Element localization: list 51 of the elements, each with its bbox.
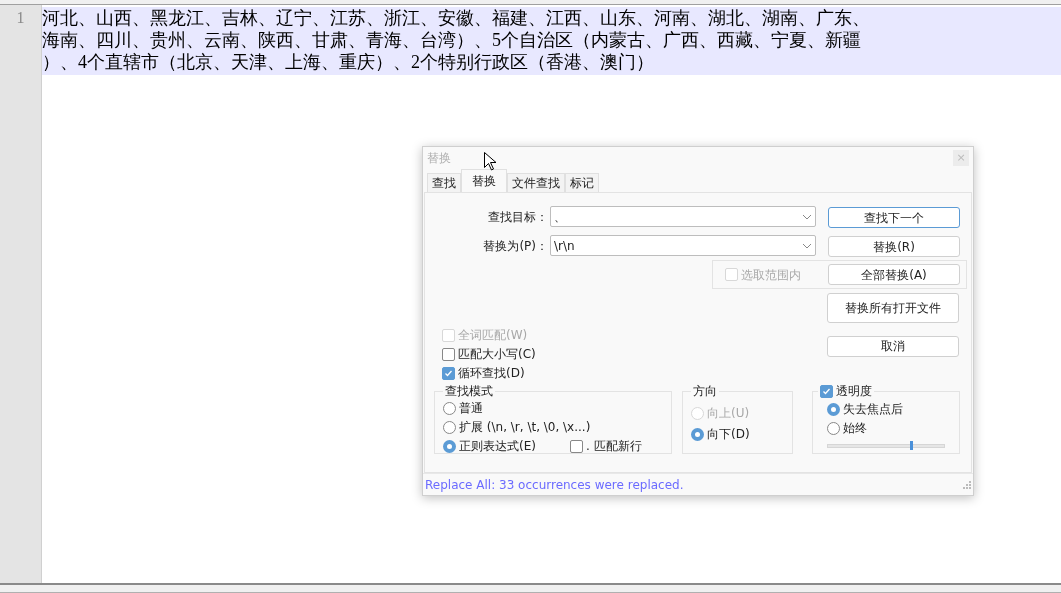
dialog-tab[interactable]: 文件查找 xyxy=(507,173,565,192)
checkbox-label: 循环查找(D) xyxy=(458,365,525,382)
radio-button[interactable] xyxy=(827,402,840,416)
radio-button[interactable] xyxy=(691,427,704,441)
dialog-button[interactable]: 替换所有打开文件 xyxy=(827,293,959,323)
replace-combo-box[interactable]: \r\n xyxy=(550,235,816,256)
radio-label: 扩展 (\n, \r, \t, \0, \x...) xyxy=(459,419,591,436)
slider-thumb[interactable] xyxy=(910,441,914,450)
radio-button[interactable] xyxy=(443,439,456,453)
group-title: 查找模式 xyxy=(444,383,494,400)
chevron-icon xyxy=(802,213,812,220)
checkbox[interactable] xyxy=(820,384,833,398)
resize-grip-icon xyxy=(963,480,971,489)
dialog-button[interactable]: 全部替换(A) xyxy=(828,264,960,285)
editor-text-line: ）、4个直辖市（北京、天津、上海、重庆）、2个特别行政区（香港、澳门） xyxy=(42,51,655,73)
radio-button[interactable] xyxy=(443,420,456,434)
checkbox-label: 选取范围内 xyxy=(741,266,801,284)
radio-label: 失去焦点后 xyxy=(843,401,903,418)
checkbox-label: . 匹配新行 xyxy=(585,438,642,455)
radio-label: 正则表达式(E) xyxy=(459,438,536,455)
radio-label: 向上(U) xyxy=(707,405,750,422)
mouse-pointer-icon xyxy=(484,152,496,171)
checkbox[interactable] xyxy=(569,439,583,453)
radio-label: 始终 xyxy=(843,420,867,437)
find-label: 查找目标： xyxy=(487,208,548,226)
checkmark-icon xyxy=(822,386,831,396)
line-number: 1 xyxy=(16,8,25,28)
checkbox-label: 透明度 xyxy=(836,383,872,400)
radio-button[interactable] xyxy=(827,421,840,435)
dialog-button[interactable]: 替换(R) xyxy=(828,236,960,257)
group-title: 方向 xyxy=(692,383,718,400)
checkmark-icon xyxy=(444,368,453,378)
editor-text-line: 河北、山西、黑龙江、吉林、辽宁、江苏、浙江、安徽、福建、江西、山东、河南、湖北、湖南、广东、 xyxy=(42,7,871,29)
radio-label: 向下(D) xyxy=(707,426,750,443)
find-combo-box[interactable]: 、 xyxy=(550,206,816,227)
checkbox-label: 全词匹配(W) xyxy=(458,327,528,344)
dialog-title: 替换 xyxy=(427,150,451,167)
checkbox[interactable] xyxy=(442,347,455,361)
checkbox-label: 匹配大小写(C) xyxy=(458,346,536,363)
editor-text-line: 海南、四川、贵州、云南、陕西、甘肃、青海、台湾）、5个自治区（内蒙古、广西、西藏、宁夏、新疆 xyxy=(42,29,862,51)
dialog-tab[interactable]: 替换 xyxy=(461,169,507,192)
chevron-icon xyxy=(802,242,812,249)
replace-label: 替换为(P)： xyxy=(482,237,548,255)
dialog-button[interactable]: 查找下一个 xyxy=(828,207,960,228)
dialog-tab[interactable]: 标记 xyxy=(565,173,599,192)
dialog-button[interactable]: 取消 xyxy=(827,335,959,357)
radio-button[interactable] xyxy=(443,401,456,415)
checkbox[interactable] xyxy=(442,366,455,380)
radio-label: 普通 xyxy=(459,400,483,417)
dialog-tab[interactable]: 查找 xyxy=(427,173,461,192)
status-message: Replace All: 33 occurrences were replaced. xyxy=(425,476,684,494)
